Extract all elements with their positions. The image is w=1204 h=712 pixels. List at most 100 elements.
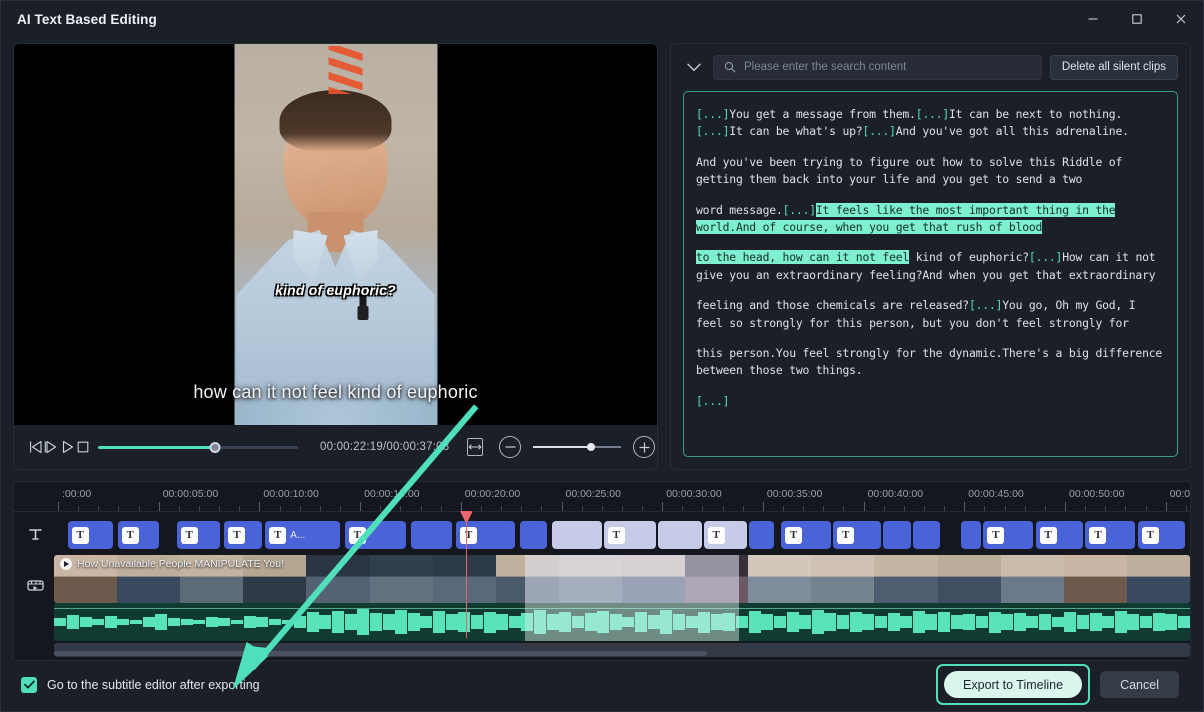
transcript-paragraph[interactable]: this person.You feel strongly for the dy… xyxy=(696,345,1165,380)
transcript-paragraph[interactable]: feeling and those chemicals are released… xyxy=(696,297,1165,332)
transcript-text-area[interactable]: [...]You get a message from them.[...]It… xyxy=(683,91,1178,457)
zoom-out-icon[interactable] xyxy=(499,436,522,458)
timeline-tracks: T T T T T A... T T T T T T T T T T How Unavailable Peop… xyxy=(14,511,1190,660)
text-clip[interactable]: T xyxy=(67,521,114,549)
text-clip[interactable]: T xyxy=(224,521,262,549)
delete-all-silent-clips-button[interactable]: Delete all silent clips xyxy=(1049,54,1178,80)
video-thumbnail xyxy=(1063,555,1127,603)
app-body: kind of euphoric? how can it not feel ki… xyxy=(1,38,1203,711)
waveform-bar xyxy=(92,619,105,625)
waveform-bar xyxy=(534,610,547,634)
stop-button[interactable] xyxy=(76,432,90,462)
timeline-hscrollbar-thumb[interactable] xyxy=(54,651,708,656)
seek-slider[interactable] xyxy=(98,439,298,455)
text-clip[interactable]: T xyxy=(603,521,657,549)
transcript-paragraph[interactable]: [...] xyxy=(696,393,1165,410)
video-track[interactable]: How Unavailable People MANIPULATE You! xyxy=(54,555,1190,603)
text-clip[interactable] xyxy=(883,521,911,549)
ruler-minor-tick xyxy=(803,506,805,511)
subtitle-editor-checkbox[interactable] xyxy=(21,676,37,693)
waveform-bar xyxy=(407,613,420,631)
cancel-button[interactable]: Cancel xyxy=(1100,671,1179,698)
waveform-bar xyxy=(748,611,761,633)
waveform-bar xyxy=(1013,612,1026,632)
video-thumbnail xyxy=(874,555,938,603)
waveform-bar xyxy=(395,609,408,635)
video-thumbnail xyxy=(495,555,559,603)
transcript-paragraph[interactable]: [...]You get a message from them.[...]It… xyxy=(696,106,1165,141)
subtitle-editor-checkbox-row[interactable]: Go to the subtitle editor after exportin… xyxy=(21,676,260,693)
text-clip[interactable] xyxy=(960,521,981,549)
waveform-bar xyxy=(900,615,913,629)
minimize-button[interactable] xyxy=(1071,1,1115,38)
text-clip[interactable] xyxy=(519,521,547,549)
waveform-bar xyxy=(824,613,837,631)
maximize-button[interactable] xyxy=(1115,1,1159,38)
transcript-paragraph[interactable]: to the head, how can it not feel kind of… xyxy=(696,249,1165,284)
waveform-bar xyxy=(622,616,635,628)
text-clip-badge: T xyxy=(1141,526,1159,544)
search-input[interactable] xyxy=(744,61,1031,73)
chevron-down-icon[interactable] xyxy=(683,56,705,78)
transcript-run: It can be what's up? xyxy=(729,124,863,139)
video-stage[interactable]: kind of euphoric? how can it not feel ki… xyxy=(14,44,657,425)
waveform-bar xyxy=(66,614,79,630)
export-to-timeline-button[interactable]: Export to Timeline xyxy=(944,671,1083,698)
text-clip[interactable]: T xyxy=(117,521,159,549)
ruler-minor-tick xyxy=(400,506,402,511)
playhead[interactable] xyxy=(459,511,473,638)
waveform-bar xyxy=(988,611,1001,633)
text-track-icon[interactable] xyxy=(24,523,46,545)
text-clip[interactable] xyxy=(658,521,702,549)
ruler-label: 00:00:40:00 xyxy=(867,488,924,500)
play-button[interactable] xyxy=(60,432,76,462)
waveform-bar xyxy=(1039,614,1052,630)
next-frame-button[interactable] xyxy=(44,432,60,462)
text-track[interactable]: T T T T T A... T T T T T T T T T T xyxy=(54,521,1190,549)
text-clip[interactable]: T xyxy=(176,521,220,549)
text-clip[interactable]: T xyxy=(344,521,407,549)
audio-track[interactable] xyxy=(54,603,1190,641)
text-clip[interactable]: T A... xyxy=(265,521,341,549)
video-caption-top: kind of euphoric? xyxy=(275,282,396,298)
previous-frame-button[interactable] xyxy=(28,432,44,462)
waveform-bar xyxy=(458,612,471,632)
text-clip[interactable]: T xyxy=(781,521,831,549)
fit-to-screen-icon[interactable] xyxy=(467,438,484,456)
zoom-slider[interactable] xyxy=(533,440,622,454)
text-clip[interactable] xyxy=(551,521,602,549)
transcript-paragraph[interactable]: And you've been trying to figure out how… xyxy=(696,154,1165,189)
close-button[interactable] xyxy=(1159,1,1203,38)
transcript-run: And you've got all this adrenaline. xyxy=(895,124,1129,139)
video-thumbnail xyxy=(621,555,686,603)
waveform-bar xyxy=(1140,616,1153,628)
timeline[interactable]: :00:00 00:00:05:00 00:00:10:00 00:00:15:00 0… xyxy=(13,481,1191,661)
zoom-handle[interactable] xyxy=(587,443,596,451)
search-icon xyxy=(724,61,736,73)
text-clip[interactable] xyxy=(749,521,775,549)
text-clip[interactable] xyxy=(912,521,941,549)
text-clip[interactable]: T xyxy=(1085,521,1136,549)
ruler-minor-tick xyxy=(219,506,221,511)
search-box[interactable] xyxy=(713,54,1042,80)
text-clip[interactable]: T xyxy=(833,521,881,549)
waveform-bar xyxy=(205,616,218,628)
waveform-bar xyxy=(698,611,711,633)
video-track-icon[interactable] xyxy=(24,574,46,596)
waveform-bar xyxy=(180,619,193,625)
transcript-run: You get a message from them. xyxy=(729,107,916,121)
seek-handle[interactable] xyxy=(209,441,221,453)
transcript-ellipsis: [...] xyxy=(915,107,950,121)
zoom-in-icon[interactable] xyxy=(633,436,656,458)
timeline-hscrollbar[interactable] xyxy=(54,651,1180,656)
transcript-paragraph[interactable]: word message.[...]It feels like the most… xyxy=(696,202,1165,237)
text-clip[interactable]: T xyxy=(1035,521,1084,549)
waveform-bar xyxy=(344,614,357,630)
waveform-bar xyxy=(710,614,723,630)
transcript-ellipsis: [...] xyxy=(696,124,730,139)
timeline-ruler[interactable]: :00:00 00:00:05:00 00:00:10:00 00:00:15:00 0… xyxy=(14,482,1190,512)
text-clip[interactable]: T xyxy=(983,521,1034,549)
text-clip[interactable]: T xyxy=(703,521,747,549)
text-clip[interactable]: T xyxy=(1137,521,1186,549)
text-clip[interactable] xyxy=(410,521,452,549)
